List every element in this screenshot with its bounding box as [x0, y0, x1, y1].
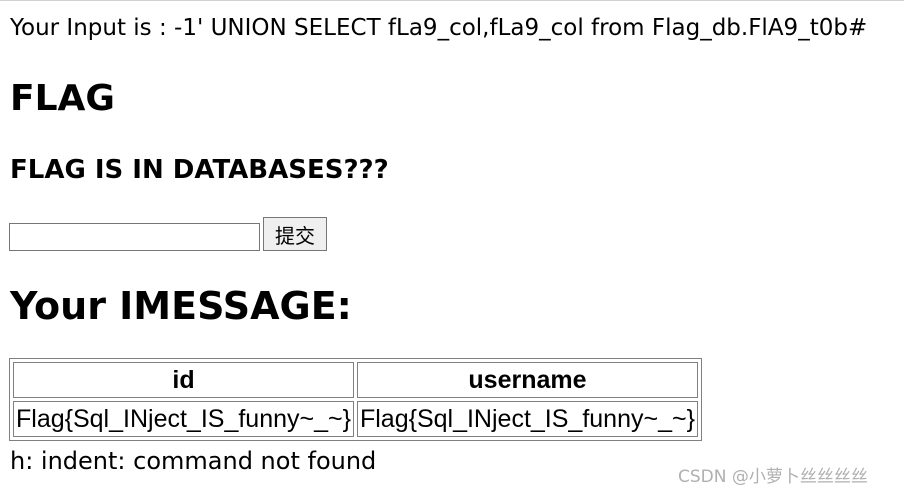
table-header-row: id username [13, 362, 698, 398]
flag-heading: FLAG [10, 78, 115, 119]
cell-username: Flag{Sql_INject_IS_funny~_~} [356, 401, 698, 437]
csdn-watermark: CSDN @小萝卜丝丝丝丝 [678, 467, 868, 487]
table-row: Flag{Sql_INject_IS_funny~_~} Flag{Sql_IN… [13, 401, 698, 437]
top-border [0, 0, 904, 1]
hint-heading: FLAG IS IN DATABASES??? [10, 155, 389, 185]
submit-button[interactable]: 提交 [263, 217, 327, 251]
result-table: id username Flag{Sql_INject_IS_funny~_~}… [9, 358, 702, 441]
query-form: 提交 [9, 217, 327, 251]
column-header-id: id [13, 362, 354, 398]
message-heading: Your IMESSAGE: [10, 284, 352, 328]
input-echo-text: Your Input is : -1' UNION SELECT fLa9_co… [10, 15, 868, 41]
error-output-text: h: indent: command not found [10, 447, 377, 475]
query-input[interactable] [9, 223, 260, 251]
cell-id: Flag{Sql_INject_IS_funny~_~} [13, 401, 354, 437]
column-header-username: username [356, 362, 698, 398]
